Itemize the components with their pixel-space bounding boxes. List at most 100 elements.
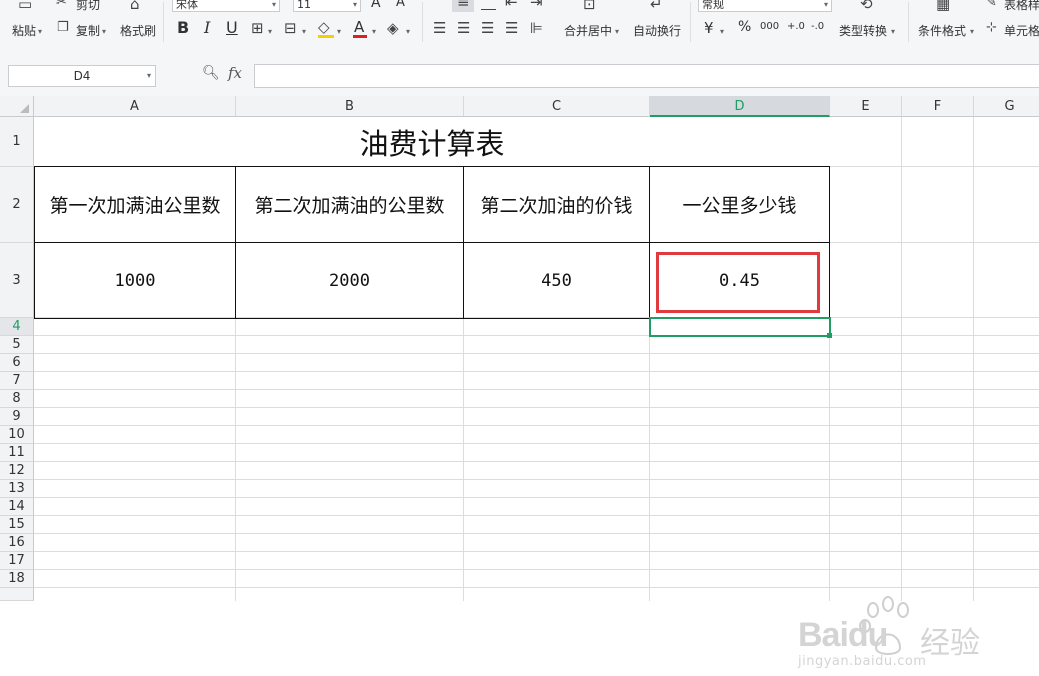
- fill-color-icon[interactable]: ◇: [318, 19, 334, 38]
- column-header-a[interactable]: A: [34, 96, 236, 117]
- align-left-icon[interactable]: ☰: [433, 20, 446, 36]
- paste-button[interactable]: 粘贴: [12, 22, 36, 39]
- formula-input[interactable]: [254, 64, 1039, 88]
- copy-button[interactable]: 复制: [76, 22, 100, 39]
- row-header-10[interactable]: 10: [0, 426, 34, 444]
- cell-d2[interactable]: 一公里多少钱: [650, 167, 829, 242]
- row-header-9[interactable]: 9: [0, 408, 34, 426]
- row-header-8[interactable]: 8: [0, 390, 34, 408]
- justify-icon[interactable]: ☰: [505, 20, 518, 36]
- bold-button[interactable]: B: [177, 18, 189, 37]
- font-name-select[interactable]: 宋体 ▾: [172, 0, 280, 12]
- type-convert-icon[interactable]: ⟲: [860, 0, 873, 12]
- conditional-format-dropdown-icon[interactable]: ▾: [970, 27, 974, 36]
- row-header-3[interactable]: 3: [0, 243, 34, 318]
- cell-format-icon[interactable]: ⊟: [284, 20, 297, 36]
- wrap-text-button[interactable]: 自动换行: [633, 22, 681, 39]
- clear-format-dropdown-icon[interactable]: ▾: [406, 27, 410, 36]
- increase-decimal-button[interactable]: +.0: [787, 21, 805, 32]
- cell-tools-icon[interactable]: ⊹: [986, 20, 997, 36]
- align-right-icon[interactable]: ☰: [481, 20, 494, 36]
- copy-icon[interactable]: ❐: [57, 20, 69, 36]
- paste-icon[interactable]: ▭: [18, 0, 32, 12]
- row-header-19[interactable]: [0, 588, 34, 601]
- column-header-b[interactable]: B: [236, 96, 464, 117]
- cell-format-dropdown-icon[interactable]: ▾: [302, 27, 306, 36]
- align-top-icon[interactable]: ⎺: [433, 0, 448, 10]
- decrease-font-button[interactable]: A: [396, 0, 405, 10]
- column-header-g[interactable]: G: [974, 96, 1039, 117]
- underline-button[interactable]: U: [226, 18, 238, 37]
- cell-c3[interactable]: 450: [464, 243, 649, 318]
- row-header-13[interactable]: 13: [0, 480, 34, 498]
- insert-function-button[interactable]: fx: [228, 64, 242, 82]
- wrap-text-icon[interactable]: ↵: [650, 0, 663, 12]
- conditional-format-icon[interactable]: ▦: [936, 0, 950, 12]
- percent-button[interactable]: %: [738, 19, 751, 35]
- font-size-select[interactable]: 11 ▾: [293, 0, 361, 12]
- row-header-1[interactable]: 1: [0, 117, 34, 167]
- cell-button[interactable]: 单元格: [1004, 22, 1039, 39]
- column-header-c[interactable]: C: [464, 96, 650, 117]
- selected-cell-d4[interactable]: [649, 317, 831, 337]
- align-bottom-icon[interactable]: ⎽: [481, 0, 496, 10]
- paste-dropdown-icon[interactable]: ▾: [38, 27, 42, 36]
- format-painter-button[interactable]: 格式刷: [120, 22, 156, 39]
- italic-button[interactable]: I: [204, 18, 210, 37]
- select-all-corner[interactable]: [0, 96, 34, 117]
- decrease-decimal-button[interactable]: -.0: [811, 21, 824, 32]
- cut-button[interactable]: 剪切: [76, 0, 100, 13]
- copy-dropdown-icon[interactable]: ▾: [102, 27, 106, 36]
- cell-a2[interactable]: 第一次加满油公里数: [35, 167, 235, 242]
- merge-dropdown-icon[interactable]: ▾: [615, 27, 619, 36]
- distributed-icon[interactable]: ⊫: [530, 20, 543, 36]
- borders-icon[interactable]: ⊞: [251, 20, 264, 36]
- clear-format-icon[interactable]: ◈: [387, 20, 399, 36]
- column-header-f[interactable]: F: [902, 96, 974, 117]
- row-header-18[interactable]: 18: [0, 570, 34, 588]
- row-header-4[interactable]: 4: [0, 318, 34, 336]
- row-header-6[interactable]: 6: [0, 354, 34, 372]
- fill-color-dropdown-icon[interactable]: ▾: [337, 27, 341, 36]
- font-color-dropdown-icon[interactable]: ▾: [372, 27, 376, 36]
- row-header-2[interactable]: 2: [0, 167, 34, 243]
- merge-center-button[interactable]: 合并居中: [564, 22, 612, 39]
- type-convert-button[interactable]: 类型转换: [839, 22, 887, 39]
- row-header-16[interactable]: 16: [0, 534, 34, 552]
- align-center-icon[interactable]: ☰: [457, 20, 470, 36]
- currency-button[interactable]: ¥: [704, 19, 714, 37]
- indent-decrease-icon[interactable]: ⇤: [505, 0, 518, 10]
- fill-handle[interactable]: [827, 333, 832, 338]
- font-color-icon[interactable]: A: [353, 18, 367, 38]
- row-header-15[interactable]: 15: [0, 516, 34, 534]
- column-header-d[interactable]: D: [650, 96, 830, 117]
- cell-c2[interactable]: 第二次加油的价钱: [464, 167, 649, 242]
- column-header-e[interactable]: E: [830, 96, 902, 117]
- cell-b2[interactable]: 第二次加满油的公里数: [236, 167, 463, 242]
- conditional-format-button[interactable]: 条件格式: [918, 22, 966, 39]
- table-style-icon[interactable]: ✎: [986, 0, 997, 11]
- row-header-5[interactable]: 5: [0, 336, 34, 354]
- table-style-button[interactable]: 表格样: [1004, 0, 1039, 13]
- thousands-button[interactable]: 000: [760, 21, 779, 32]
- currency-dropdown-icon[interactable]: ▾: [720, 27, 724, 36]
- align-middle-icon[interactable]: ≡: [457, 0, 470, 10]
- merge-center-icon[interactable]: ⊡: [583, 0, 596, 12]
- type-convert-dropdown-icon[interactable]: ▾: [891, 27, 895, 36]
- row-header-11[interactable]: 11: [0, 444, 34, 462]
- scissors-icon[interactable]: ✂: [56, 0, 67, 11]
- row-header-14[interactable]: 14: [0, 498, 34, 516]
- zoom-icon[interactable]: 🔍︎: [202, 65, 220, 81]
- indent-increase-icon[interactable]: ⇥: [530, 0, 543, 10]
- increase-font-button[interactable]: A: [371, 0, 381, 11]
- format-painter-icon[interactable]: ⌂: [130, 0, 140, 12]
- sheet-title-cell[interactable]: 油费计算表: [34, 117, 830, 166]
- name-box[interactable]: D4 ▾: [8, 65, 156, 87]
- row-header-7[interactable]: 7: [0, 372, 34, 390]
- cell-a3[interactable]: 1000: [35, 243, 235, 318]
- row-header-17[interactable]: 17: [0, 552, 34, 570]
- row-header-12[interactable]: 12: [0, 462, 34, 480]
- cell-b3[interactable]: 2000: [236, 243, 463, 318]
- borders-dropdown-icon[interactable]: ▾: [268, 27, 272, 36]
- number-format-select[interactable]: 常规 ▾: [698, 0, 832, 12]
